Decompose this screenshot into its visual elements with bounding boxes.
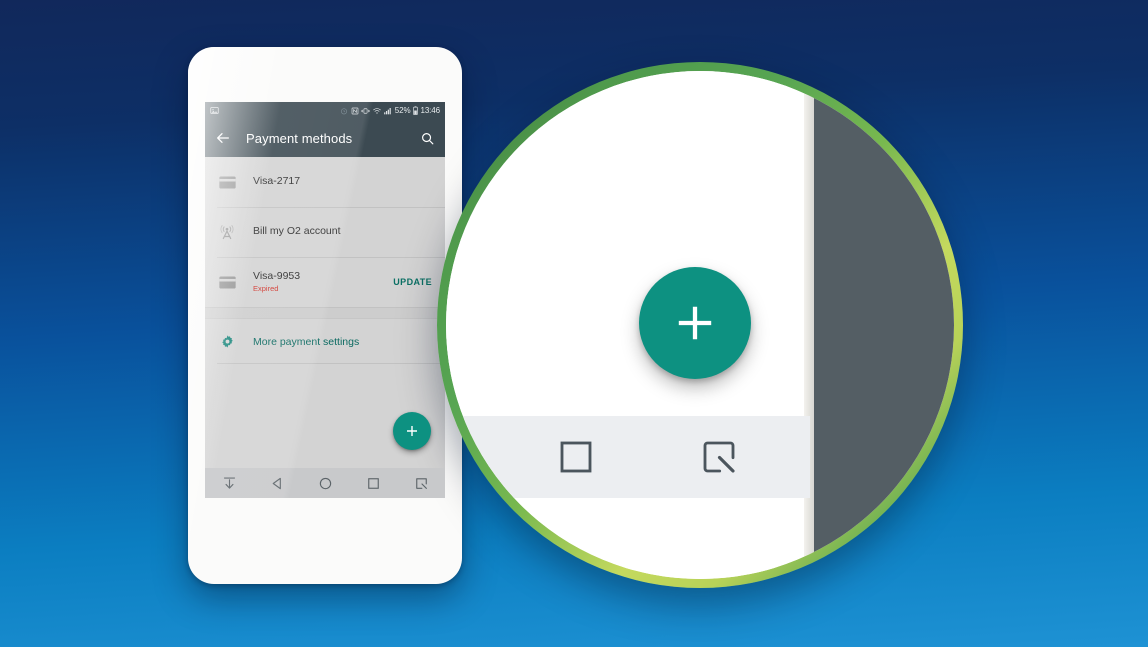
cell-tower-icon	[217, 224, 237, 240]
more-payment-settings-label: More payment settings	[253, 335, 360, 348]
screenshot-stage: 52% 13:46 Payment methods Visa-2717 Bill…	[0, 0, 1148, 647]
status-bar: 52% 13:46	[205, 102, 445, 119]
magnified-recents-square-icon[interactable]	[556, 437, 596, 477]
image-icon	[210, 107, 219, 114]
add-payment-method-fab[interactable]	[393, 412, 431, 450]
magnified-nav-bar	[446, 416, 810, 498]
signal-icon	[384, 107, 392, 114]
list-item-text: Visa-9953 Expired	[253, 270, 300, 294]
list-item-title: Visa-2717	[253, 175, 301, 188]
status-bar-left	[210, 106, 219, 115]
list-item[interactable]: Visa-2717	[205, 157, 445, 207]
nfc-icon	[351, 107, 359, 114]
list-item-title: Visa-9953	[253, 270, 301, 283]
magnified-phone-edge	[804, 71, 814, 579]
phone-device: 52% 13:46 Payment methods Visa-2717 Bill…	[188, 47, 462, 584]
magnified-add-fab[interactable]	[639, 267, 751, 379]
status-bar-right: 52% 13:46	[340, 106, 440, 115]
credit-card-icon	[217, 275, 237, 289]
alarm-icon	[341, 107, 348, 114]
magnified-screen-capture-icon[interactable]	[699, 437, 739, 477]
list-section-divider	[205, 307, 445, 319]
hide-navbar-icon[interactable]	[222, 476, 237, 491]
clock-label: 13:46	[420, 105, 440, 115]
battery-percent-label: 52%	[394, 105, 411, 115]
back-arrow-icon[interactable]	[215, 130, 231, 146]
search-icon[interactable]	[420, 131, 435, 146]
status-badge: Expired	[253, 284, 279, 294]
plus-icon	[678, 306, 712, 340]
list-item-text: Visa-2717	[253, 175, 300, 188]
list-item-text: Bill my O2 account	[253, 225, 341, 238]
list-item[interactable]: Bill my O2 account	[205, 207, 445, 257]
page-title: Payment methods	[246, 130, 353, 146]
list-item-title: Bill my O2 account	[253, 225, 341, 238]
battery-icon	[413, 106, 418, 115]
update-button[interactable]: UPDATE	[393, 277, 432, 287]
screen-capture-icon[interactable]	[414, 476, 429, 491]
credit-card-icon	[217, 175, 237, 189]
plus-icon	[407, 426, 417, 436]
gear-icon	[217, 334, 237, 349]
list-item[interactable]: Visa-9953 Expired UPDATE	[205, 257, 445, 307]
back-triangle-icon[interactable]	[270, 476, 285, 491]
magnifier-content	[446, 71, 954, 579]
wifi-icon	[373, 107, 381, 114]
app-bar: Payment methods	[205, 119, 445, 157]
system-nav-bar	[205, 468, 445, 498]
more-payment-settings-row[interactable]: More payment settings	[205, 319, 445, 364]
home-circle-icon[interactable]	[318, 476, 333, 491]
vibrate-icon	[361, 107, 370, 114]
magnifier-lens	[437, 62, 963, 588]
recents-square-icon[interactable]	[366, 476, 381, 491]
phone-screen: 52% 13:46 Payment methods Visa-2717 Bill…	[205, 102, 445, 498]
magnified-dark-region	[814, 71, 954, 579]
payment-methods-list: Visa-2717 Bill my O2 account Visa-9953 E…	[205, 157, 445, 364]
